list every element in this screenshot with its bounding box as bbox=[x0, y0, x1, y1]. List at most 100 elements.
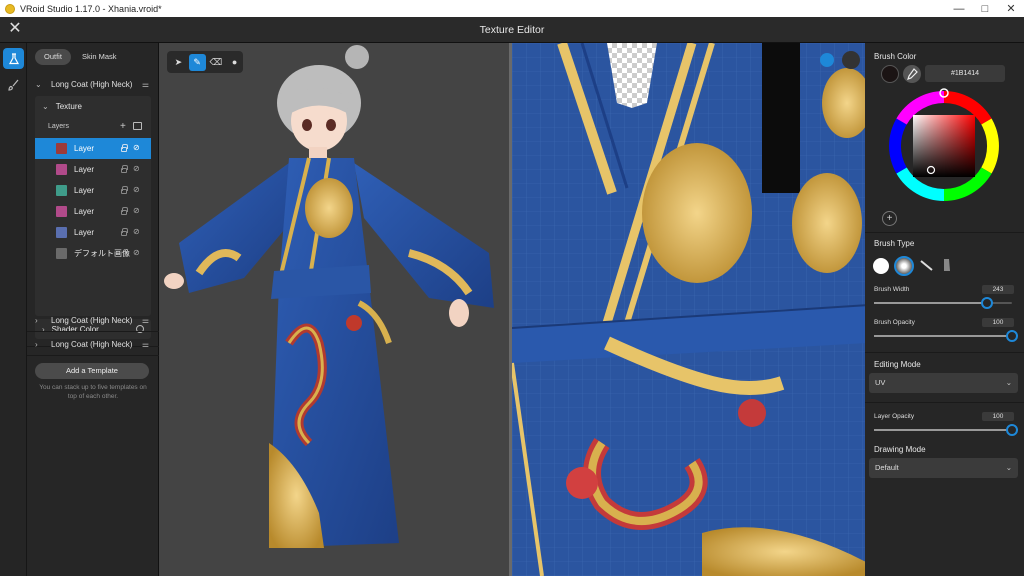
visibility-icon[interactable]: ⊘ bbox=[133, 164, 140, 173]
editing-mode-select[interactable]: UV ⌄ bbox=[869, 373, 1018, 393]
slider-thumb[interactable] bbox=[1006, 330, 1018, 342]
slider-fill bbox=[874, 429, 1012, 431]
slider-thumb[interactable] bbox=[981, 297, 994, 309]
uv-toggle-button[interactable] bbox=[842, 51, 860, 69]
pen-brush-icon[interactable] bbox=[919, 257, 935, 273]
layer-thumbnail bbox=[56, 206, 67, 217]
add-color-button[interactable]: + bbox=[882, 211, 897, 226]
visibility-icon[interactable]: ⊘ bbox=[133, 143, 140, 152]
uv-mode-button[interactable] bbox=[820, 53, 834, 67]
page-title: Texture Editor bbox=[479, 23, 545, 36]
visibility-icon[interactable]: ⊘ bbox=[133, 206, 140, 215]
tab-outfit[interactable]: Outfit bbox=[35, 49, 71, 65]
color-wheel[interactable] bbox=[885, 87, 1003, 205]
divider bbox=[865, 402, 1024, 403]
brush-width-value[interactable]: 243 bbox=[982, 285, 1014, 294]
layer-row[interactable]: デフォルト画像 ⊘ bbox=[35, 243, 151, 264]
select-tool-icon[interactable]: ➤ bbox=[170, 54, 187, 71]
import-image-icon[interactable] bbox=[133, 122, 142, 130]
lock-icon[interactable] bbox=[121, 144, 128, 152]
sliders-icon[interactable]: ⚌ bbox=[142, 80, 149, 89]
brush-opacity-label: Brush Opacity bbox=[874, 319, 915, 326]
layer-row[interactable]: Layer ⊘ bbox=[35, 159, 151, 180]
app-header: ✕ Texture Editor bbox=[0, 17, 1024, 43]
brush-width-label: Brush Width bbox=[874, 286, 910, 293]
editing-mode-value: UV bbox=[875, 378, 886, 387]
maximize-button[interactable]: □ bbox=[972, 0, 998, 17]
add-layer-button[interactable]: + bbox=[120, 121, 126, 132]
vroid-app-icon bbox=[5, 3, 15, 14]
collapsed-group-title: Long Coat (High Neck) bbox=[51, 339, 133, 349]
lock-icon[interactable] bbox=[121, 186, 128, 194]
add-template-button[interactable]: Add a Template bbox=[35, 363, 149, 379]
minimize-button[interactable]: — bbox=[946, 0, 972, 17]
window-close-button[interactable]: ✕ bbox=[998, 0, 1024, 17]
soft-brush-icon[interactable] bbox=[894, 256, 914, 276]
eraser-tool-icon[interactable]: ⌫ bbox=[208, 54, 225, 71]
layer-thumbnail bbox=[56, 227, 67, 238]
rail-texture-button[interactable] bbox=[3, 48, 24, 69]
lock-icon[interactable] bbox=[121, 165, 128, 173]
item-group-header[interactable]: ⌄ Long Coat (High Neck) ⚌ bbox=[27, 74, 159, 94]
layer-label: Layer bbox=[74, 207, 95, 216]
visibility-icon[interactable]: ⊘ bbox=[133, 227, 140, 236]
drawing-mode-value: Default bbox=[875, 463, 899, 472]
window-controls: — □ ✕ bbox=[946, 0, 1024, 17]
window-title: VRoid Studio 1.17.0 - Xhania.vroid* bbox=[20, 3, 162, 14]
drawing-mode-select[interactable]: Default ⌄ bbox=[869, 458, 1018, 478]
chevron-down-icon: ⌄ bbox=[1005, 463, 1012, 472]
brush-icon bbox=[7, 79, 18, 91]
layer-label: Layer bbox=[74, 186, 95, 195]
panel-tabs: Outfit Skin Mask bbox=[35, 49, 126, 65]
chevron-down-icon: ⌄ bbox=[35, 79, 42, 89]
layer-thumbnail bbox=[56, 248, 67, 259]
layer-row[interactable]: Layer ⊘ bbox=[35, 201, 151, 222]
collapsed-group-header[interactable]: › Long Coat (High Neck) ⚌ bbox=[27, 310, 159, 330]
sliders-icon[interactable]: ⚌ bbox=[142, 316, 149, 325]
chevron-right-icon: › bbox=[35, 315, 38, 325]
chevron-right-icon: › bbox=[35, 339, 38, 349]
right-panel: Brush Color #1B1414 + Brush Type Brush W… bbox=[865, 43, 1024, 576]
layer-row[interactable]: Layer ⊘ bbox=[35, 180, 151, 201]
layer-thumbnail bbox=[56, 143, 67, 154]
layer-label: Layer bbox=[74, 165, 95, 174]
eyedropper-button[interactable] bbox=[903, 65, 921, 83]
rail-brush-button[interactable] bbox=[3, 74, 24, 95]
brush-width-slider[interactable] bbox=[874, 297, 1012, 309]
texture-brush-icon[interactable] bbox=[940, 257, 954, 273]
close-editor-button[interactable]: ✕ bbox=[6, 20, 24, 38]
viewport-uv[interactable] bbox=[509, 43, 865, 576]
texture-header[interactable]: ⌄ Texture bbox=[35, 96, 151, 116]
sliders-icon[interactable]: ⚌ bbox=[142, 340, 149, 349]
layer-thumbnail bbox=[56, 164, 67, 175]
chevron-down-icon: ⌄ bbox=[42, 101, 49, 111]
layer-row[interactable]: Layer ⊘ bbox=[35, 138, 151, 159]
slider-thumb[interactable] bbox=[1006, 424, 1018, 436]
layer-thumbnail bbox=[56, 185, 67, 196]
lock-icon[interactable] bbox=[121, 228, 128, 236]
lock-icon[interactable] bbox=[121, 207, 128, 215]
visibility-icon[interactable]: ⊘ bbox=[133, 248, 140, 257]
collapsed-group-title: Long Coat (High Neck) bbox=[51, 315, 133, 325]
visibility-icon[interactable]: ⊘ bbox=[133, 185, 140, 194]
brush-opacity-value[interactable]: 100 bbox=[982, 318, 1014, 327]
hard-brush-icon[interactable] bbox=[873, 258, 889, 274]
brush-color-swatch[interactable] bbox=[881, 65, 899, 83]
pen-tool-icon[interactable]: ✎ bbox=[188, 53, 206, 71]
tab-skin-mask[interactable]: Skin Mask bbox=[73, 49, 126, 65]
collapsed-group-header[interactable]: › Long Coat (High Neck) ⚌ bbox=[27, 334, 159, 354]
texture-section: ⌄ Texture Layers + Layer ⊘ Layer ⊘ Layer… bbox=[35, 96, 151, 316]
layer-row[interactable]: Layer ⊘ bbox=[35, 222, 151, 243]
layers-toolbar: Layers + bbox=[35, 121, 151, 135]
viewport-3d[interactable]: ➤ ✎ ⌫ ● bbox=[159, 43, 509, 576]
fill-tool-icon[interactable]: ● bbox=[226, 54, 243, 71]
layer-opacity-label: Layer Opacity bbox=[874, 413, 915, 420]
divider bbox=[27, 355, 159, 356]
left-rail bbox=[0, 43, 27, 576]
layer-opacity-slider[interactable] bbox=[874, 424, 1018, 436]
os-titlebar: VRoid Studio 1.17.0 - Xhania.vroid* — □ … bbox=[0, 0, 1024, 17]
layer-opacity-value[interactable]: 100 bbox=[982, 412, 1014, 421]
brush-opacity-slider[interactable] bbox=[874, 330, 1018, 342]
hex-color-input[interactable]: #1B1414 bbox=[925, 65, 1005, 82]
template-hint: You can stack up to five templates on to… bbox=[39, 384, 147, 400]
